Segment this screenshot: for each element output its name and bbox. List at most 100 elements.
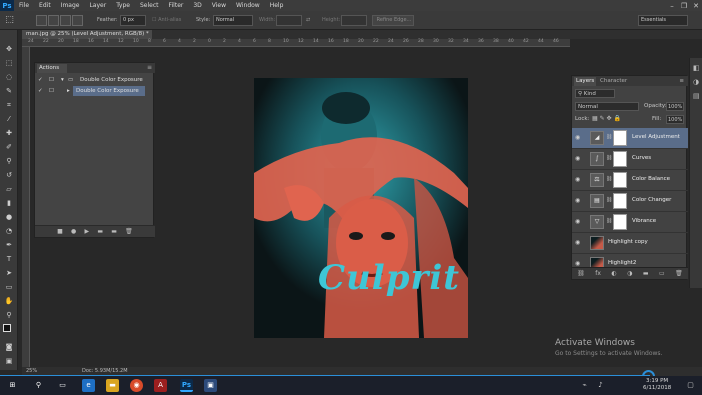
visibility-eye-icon[interactable]: ◉ bbox=[575, 176, 583, 184]
new-layer-icon[interactable]: ▭ bbox=[659, 270, 665, 277]
layer-mask-thumbnail[interactable] bbox=[613, 214, 627, 230]
layer-mask-thumbnail[interactable] bbox=[613, 172, 627, 188]
subtract-selection-icon[interactable] bbox=[60, 15, 71, 26]
screen-mode-icon[interactable]: ▣ bbox=[3, 356, 15, 366]
new-selection-icon[interactable] bbox=[36, 15, 47, 26]
add-mask-icon[interactable]: ◐ bbox=[611, 270, 616, 277]
menu-edit[interactable]: Edit bbox=[34, 2, 56, 9]
edge-icon[interactable]: e bbox=[82, 379, 95, 392]
photoshop-taskbar-icon[interactable]: Ps bbox=[180, 379, 193, 392]
blend-mode-select[interactable]: Normal bbox=[575, 102, 639, 111]
history-panel-icon[interactable]: ▤ bbox=[693, 92, 700, 100]
color-panel-icon[interactable]: ◧ bbox=[693, 64, 700, 72]
network-icon[interactable]: ⌁ bbox=[578, 379, 591, 392]
file-explorer-icon[interactable]: ▬ bbox=[106, 379, 119, 392]
layer-mask-thumbnail[interactable] bbox=[613, 193, 627, 209]
close-button[interactable]: ✕ bbox=[690, 0, 702, 11]
mask-link-icon[interactable]: ⛓ bbox=[606, 134, 612, 140]
visibility-eye-icon[interactable]: ◉ bbox=[575, 155, 583, 163]
feather-input[interactable]: 0 px bbox=[120, 15, 146, 26]
lock-icons[interactable]: ▦ ✎ ✥ 🔒 bbox=[592, 115, 621, 122]
gradient-tool-icon[interactable]: ▮ bbox=[3, 198, 15, 208]
hand-tool-icon[interactable]: ✋ bbox=[3, 296, 15, 306]
path-select-tool-icon[interactable]: ➤ bbox=[3, 268, 15, 278]
menu-image[interactable]: Image bbox=[56, 2, 85, 9]
layer-row[interactable]: ◉ ⚖ ⛓ Color Balance bbox=[572, 170, 688, 191]
stop-icon[interactable]: ■ bbox=[57, 228, 63, 235]
mask-link-icon[interactable]: ⛓ bbox=[606, 218, 612, 224]
play-icon[interactable]: ▶ bbox=[85, 228, 90, 235]
opacity-input[interactable]: 100% bbox=[666, 102, 684, 111]
minimize-button[interactable]: – bbox=[666, 0, 678, 11]
record-icon[interactable]: ● bbox=[71, 228, 76, 235]
clock[interactable]: 3:19 PM 6/11/2018 bbox=[643, 378, 671, 392]
layer-row[interactable]: ◉ ∫ ⛓ Curves bbox=[572, 149, 688, 170]
action-row[interactable]: ✓ ☐ ▸ Double Color Exposure bbox=[35, 86, 155, 96]
move-tool-icon[interactable]: ✥ bbox=[3, 44, 15, 54]
layer-mask-thumbnail[interactable] bbox=[613, 151, 627, 167]
type-tool-icon[interactable]: T bbox=[3, 254, 15, 264]
notifications-icon[interactable]: ▢ bbox=[684, 379, 697, 392]
layer-row[interactable]: ◉ ▽ ⛓ Vibrance bbox=[572, 212, 688, 233]
layer-row[interactable]: ◉ ▤ ⛓ Color Changer bbox=[572, 191, 688, 212]
menu-layer[interactable]: Layer bbox=[84, 2, 111, 9]
menu-filter[interactable]: Filter bbox=[164, 2, 189, 9]
pen-tool-icon[interactable]: ✒ bbox=[3, 240, 15, 250]
document-tab[interactable]: man.jpg @ 25% (Level Adjustment, RGB/8) … bbox=[22, 30, 152, 39]
document-canvas[interactable]: Culprit bbox=[254, 78, 468, 338]
media-app-icon[interactable]: ▣ bbox=[204, 379, 217, 392]
refine-edge-button[interactable]: Refine Edge... bbox=[372, 15, 414, 26]
start-icon[interactable]: ⊞ bbox=[6, 379, 19, 392]
color-swatches-icon[interactable] bbox=[3, 324, 15, 336]
layer-style-icon[interactable]: fx bbox=[595, 270, 601, 277]
intersect-selection-icon[interactable] bbox=[72, 15, 83, 26]
tab-layers[interactable]: Layers bbox=[574, 77, 597, 86]
panel-menu-icon[interactable]: ≡ bbox=[147, 64, 152, 71]
expand-arrow-icon[interactable]: ▾ bbox=[61, 75, 64, 85]
search-icon[interactable]: ⚲ bbox=[32, 379, 45, 392]
visibility-eye-icon[interactable]: ◉ bbox=[575, 218, 583, 226]
height-input[interactable] bbox=[341, 15, 367, 26]
workspace-select[interactable]: Essentials bbox=[638, 15, 688, 26]
expand-arrow-icon[interactable]: ▸ bbox=[67, 86, 70, 96]
marquee-tool-icon[interactable]: ⬚ bbox=[3, 58, 15, 68]
clone-tool-icon[interactable]: ⚲ bbox=[3, 156, 15, 166]
link-layers-icon[interactable]: ⛓ bbox=[577, 270, 585, 277]
history-brush-tool-icon[interactable]: ↺ bbox=[3, 170, 15, 180]
antialias-checkbox[interactable]: ☐ Anti-alias bbox=[152, 17, 181, 23]
chrome-icon[interactable]: ◉ bbox=[130, 379, 143, 392]
menu-help[interactable]: Help bbox=[265, 2, 289, 9]
adjustment-layer-icon[interactable]: ◑ bbox=[627, 270, 632, 277]
shape-tool-icon[interactable]: ▭ bbox=[3, 282, 15, 292]
quick-select-tool-icon[interactable]: ✎ bbox=[3, 86, 15, 96]
visibility-eye-icon[interactable]: ◉ bbox=[575, 239, 583, 247]
acrobat-icon[interactable]: A bbox=[154, 379, 167, 392]
visibility-eye-icon[interactable]: ◉ bbox=[575, 134, 583, 142]
toggle-check-icon[interactable]: ✓ bbox=[38, 86, 43, 96]
trash-icon[interactable]: 🗑 bbox=[125, 228, 133, 235]
filter-kind-select[interactable]: ⚲ Kind bbox=[575, 89, 615, 98]
swap-icon[interactable]: ⇄ bbox=[306, 17, 310, 23]
healing-tool-icon[interactable]: ✚ bbox=[3, 128, 15, 138]
marquee-tool-icon[interactable]: ⬚ bbox=[4, 15, 15, 26]
maximize-button[interactable]: ❐ bbox=[678, 0, 690, 11]
width-input[interactable] bbox=[276, 15, 302, 26]
tab-character[interactable]: Character bbox=[598, 77, 629, 86]
menu-view[interactable]: View bbox=[207, 2, 231, 9]
add-selection-icon[interactable] bbox=[48, 15, 59, 26]
style-select[interactable]: Normal bbox=[213, 15, 253, 26]
eraser-tool-icon[interactable]: ▱ bbox=[3, 184, 15, 194]
mask-link-icon[interactable]: ⛓ bbox=[606, 197, 612, 203]
menu-file[interactable]: File bbox=[14, 2, 34, 9]
dialog-toggle-icon[interactable]: ☐ bbox=[49, 86, 54, 96]
eyedropper-tool-icon[interactable]: ⁄ bbox=[3, 114, 15, 124]
dodge-tool-icon[interactable]: ◔ bbox=[3, 226, 15, 236]
zoom-tool-icon[interactable]: ⚲ bbox=[3, 310, 15, 320]
quick-mask-icon[interactable]: ◙ bbox=[3, 342, 15, 352]
mask-link-icon[interactable]: ⛓ bbox=[606, 176, 612, 182]
fill-input[interactable]: 100% bbox=[666, 115, 684, 124]
new-action-icon[interactable]: ▬ bbox=[111, 228, 117, 235]
menu-3d[interactable]: 3D bbox=[188, 2, 206, 9]
panel-menu-icon[interactable]: ≡ bbox=[677, 77, 686, 86]
new-set-icon[interactable]: ▬ bbox=[97, 228, 103, 235]
